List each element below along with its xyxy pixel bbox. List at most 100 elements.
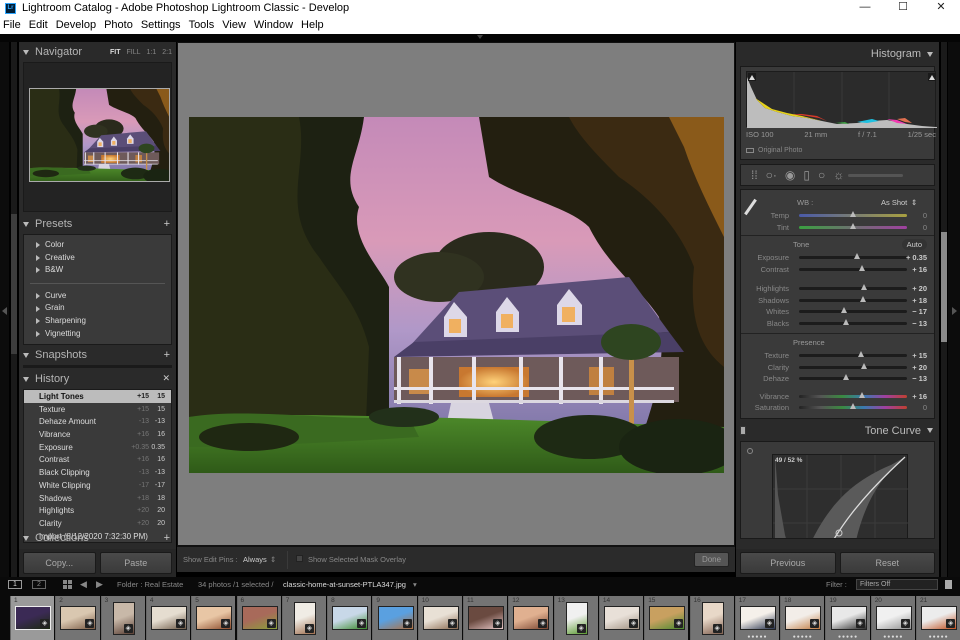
main-photo[interactable]: [189, 117, 724, 473]
slider-knob[interactable]: [853, 253, 860, 259]
slider-value[interactable]: + 15: [912, 351, 927, 360]
zoom-2-1[interactable]: 2:1: [162, 49, 172, 56]
slider-knob[interactable]: [850, 211, 856, 217]
filmstrip-thumbnail[interactable]: 14 ◈: [598, 596, 644, 640]
slider-track[interactable]: [799, 307, 907, 313]
done-button[interactable]: Done: [694, 552, 729, 567]
menu-settings[interactable]: Settings: [137, 19, 185, 31]
menu-develop[interactable]: Develop: [52, 19, 100, 31]
thumbnail-image[interactable]: ◈: [649, 606, 686, 630]
slider-value[interactable]: + 20: [912, 363, 927, 372]
slider-track[interactable]: [799, 374, 907, 380]
filmstrip-thumbnail[interactable]: 2 ◈: [55, 596, 100, 640]
slider-knob[interactable]: [842, 374, 849, 380]
photo-canvas[interactable]: [177, 42, 735, 546]
thumbnail-image[interactable]: ◈: [830, 606, 867, 630]
filmstrip-thumbnail[interactable]: 15 ◈: [644, 596, 689, 640]
wb-select[interactable]: As Shot: [881, 198, 907, 207]
slider-knob[interactable]: [842, 318, 849, 325]
slider-value[interactable]: 0: [923, 223, 927, 232]
snapshots-header[interactable]: Snapshots +: [19, 345, 176, 365]
right-panel-scrollbar[interactable]: [941, 42, 947, 578]
adjustment-brush-icon[interactable]: ☼: [833, 169, 844, 181]
thumbnail-image[interactable]: ◈: [739, 606, 776, 630]
filmstrip-thumbnail[interactable]: 21 ◈ ●●●●●: [916, 596, 960, 640]
history-step[interactable]: Vibrance +16 16: [24, 428, 171, 441]
collections-header[interactable]: Collections +: [19, 528, 176, 548]
rating-stars[interactable]: ●●●●●: [872, 634, 915, 640]
filmstrip-thumbnail[interactable]: 8 ◈: [327, 596, 372, 640]
preset-group[interactable]: B&W: [24, 264, 171, 277]
preset-group[interactable]: Sharpening: [24, 315, 171, 328]
copy-settings-button[interactable]: Copy...: [23, 552, 96, 574]
right-scrollbar-thumb[interactable]: [941, 232, 947, 342]
preset-group[interactable]: Vignetting: [24, 328, 171, 341]
history-step[interactable]: Dehaze Amount -13 -13: [24, 416, 171, 429]
slider-value[interactable]: + 16: [912, 392, 927, 401]
preset-group[interactable]: Creative: [24, 252, 171, 265]
history-step[interactable]: Light Tones +15 15: [24, 390, 171, 403]
thumbnail-image[interactable]: ◈: [422, 606, 459, 630]
thumbnail-image[interactable]: ◈: [151, 606, 188, 630]
preset-group[interactable]: Color: [24, 239, 171, 252]
back-arrow-icon[interactable]: ◀: [80, 579, 87, 590]
previous-button[interactable]: Previous: [740, 552, 836, 574]
histogram-header[interactable]: Histogram: [736, 42, 939, 66]
add-collection-icon[interactable]: +: [164, 532, 170, 544]
red-eye-icon[interactable]: ◉: [785, 169, 795, 181]
filmstrip-thumbnail[interactable]: 18 ◈ ●●●●●: [780, 596, 825, 640]
filmstrip-thumbnail[interactable]: 7 ◈: [281, 596, 327, 640]
slider-knob[interactable]: [859, 295, 866, 302]
history-step[interactable]: Contrast +16 16: [24, 454, 171, 467]
histogram-graph[interactable]: [746, 71, 937, 128]
clear-history-icon[interactable]: ✕: [162, 373, 170, 384]
auto-tone-button[interactable]: Auto: [901, 239, 927, 250]
thumbnail-image[interactable]: ◈: [785, 606, 822, 630]
rating-stars[interactable]: ●●●●●: [781, 634, 824, 640]
slider-knob[interactable]: [860, 362, 867, 369]
navigator-preview[interactable]: [23, 62, 172, 212]
reset-button[interactable]: Reset: [839, 552, 935, 574]
slider-track[interactable]: [799, 284, 907, 290]
menu-photo[interactable]: Photo: [100, 19, 137, 31]
thumbnail-image[interactable]: ◈: [60, 606, 97, 630]
show-edit-pins-select[interactable]: Always: [243, 555, 267, 564]
rating-stars[interactable]: ●●●●●: [826, 634, 869, 640]
history-step[interactable]: Highlights +20 20: [24, 504, 171, 517]
slider-value[interactable]: − 13: [912, 374, 927, 383]
thumbnail-image[interactable]: ◈: [377, 606, 414, 630]
add-snapshot-icon[interactable]: +: [164, 349, 170, 361]
slider-track[interactable]: [799, 295, 907, 302]
maximize-button[interactable]: ☐: [884, 0, 922, 16]
slider-knob[interactable]: [850, 222, 856, 229]
slider-track[interactable]: [799, 362, 907, 369]
presets-header[interactable]: Presets +: [19, 214, 176, 234]
original-photo-toggle[interactable]: Original Photo: [746, 147, 802, 154]
slider-value[interactable]: 0: [923, 403, 927, 412]
slider-value[interactable]: + 20: [912, 284, 927, 293]
targeted-adjustment-icon[interactable]: [747, 447, 753, 454]
filmstrip-thumbnail[interactable]: 10 ◈: [417, 596, 462, 640]
brush-size-slider[interactable]: [848, 173, 904, 177]
navigator-header[interactable]: Navigator FIT FILL 1:1 2:1: [19, 42, 176, 62]
menu-help[interactable]: Help: [297, 19, 328, 31]
zoom-fill[interactable]: FILL: [127, 49, 141, 56]
main-window-button[interactable]: 1: [8, 580, 22, 589]
thumbnail-image[interactable]: ◈: [921, 606, 958, 630]
thumbnail-image[interactable]: ◈: [196, 606, 233, 630]
filmstrip-thumbnail[interactable]: 9 ◈: [372, 596, 417, 640]
left-scrollbar-thumb[interactable]: [11, 214, 17, 354]
thumbnail-image[interactable]: ◈: [513, 606, 550, 630]
filmstrip-thumbnail[interactable]: 12 ◈: [508, 596, 553, 640]
preset-group[interactable]: Curve: [24, 290, 171, 303]
thumbnail-image[interactable]: ◈: [332, 606, 369, 630]
filmstrip-thumbnail[interactable]: 16 ◈: [689, 596, 734, 640]
preset-group[interactable]: Grain: [24, 302, 171, 315]
slider-value[interactable]: + 16: [912, 265, 927, 274]
thumbnail-image[interactable]: ◈: [701, 602, 724, 635]
menu-tools[interactable]: Tools: [185, 19, 219, 31]
slider-track[interactable]: [799, 211, 907, 217]
slider-knob[interactable]: [858, 351, 865, 357]
spot-removal-icon[interactable]: ○·: [766, 169, 777, 181]
thumbnail-image[interactable]: ◈: [15, 606, 52, 630]
